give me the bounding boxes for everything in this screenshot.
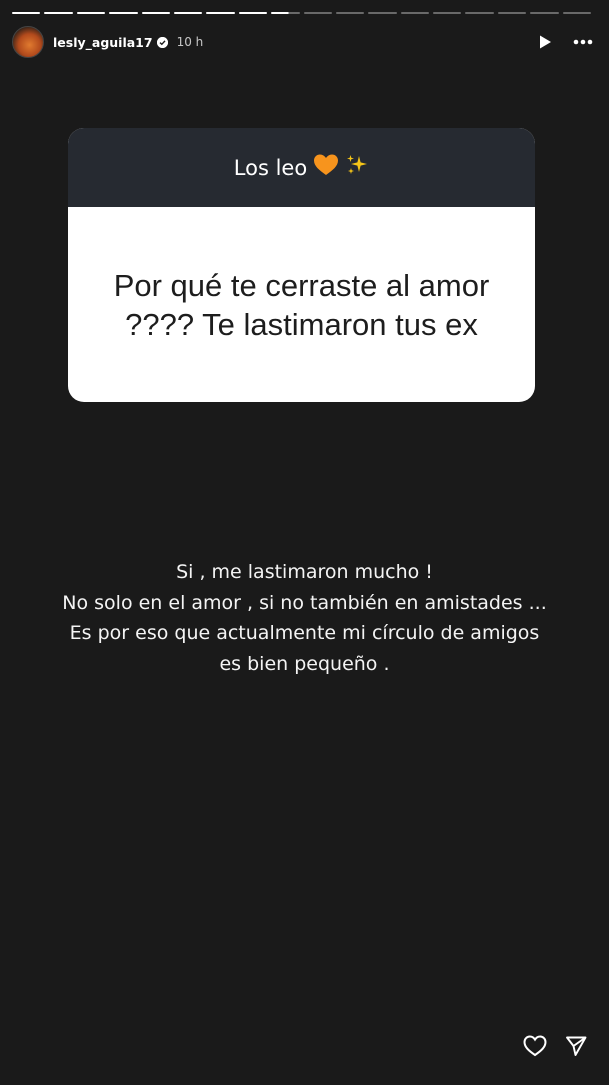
story-progress-segment	[497, 12, 527, 14]
story-progress-segment	[335, 12, 365, 14]
sparkles-icon	[345, 153, 369, 182]
username[interactable]: lesly_aguila17	[53, 35, 153, 50]
verified-badge-icon	[156, 36, 168, 48]
story-header: lesly_aguila17 10 h	[12, 26, 593, 58]
play-icon[interactable]	[537, 34, 553, 50]
story-progress-segment	[206, 12, 235, 14]
question-sticker[interactable]: Los leo Por qué te cerraste al amor ????…	[68, 128, 535, 402]
heart-icon[interactable]	[523, 1035, 547, 1057]
story-footer	[523, 1035, 587, 1057]
story-progress-segment	[303, 12, 332, 14]
question-sticker-body: Por qué te cerraste al amor ???? Te last…	[68, 207, 535, 402]
story-progress-segment	[44, 12, 73, 14]
more-options-icon[interactable]	[573, 39, 593, 45]
story-progress-segment	[238, 12, 268, 14]
answer-line: No solo en el amor , si no también en am…	[62, 591, 547, 614]
story-progress-segment	[530, 12, 559, 14]
story-progress-segment	[141, 12, 170, 14]
story-progress-segment	[109, 12, 138, 14]
send-icon[interactable]	[565, 1035, 587, 1057]
story-progress-segment	[173, 12, 203, 14]
question-sticker-header: Los leo	[68, 128, 535, 207]
story-progress-segment	[465, 12, 494, 14]
story-progress-bar	[12, 12, 592, 14]
story-progress-segment	[76, 12, 106, 14]
orange-heart-icon	[313, 153, 339, 182]
answer-text: Si , me lastimaron mucho ! No solo en el…	[0, 557, 609, 679]
answer-line: Es por eso que actualmente mi círculo de…	[69, 622, 540, 644]
question-sticker-title: Los leo	[233, 155, 308, 180]
answer-line: Si , me lastimaron mucho !	[176, 561, 433, 583]
answer-line: es bien pequeño .	[219, 652, 390, 675]
story-progress-segment	[433, 12, 462, 14]
story-progress-segment	[12, 12, 41, 14]
story-progress-segment	[400, 12, 430, 14]
story-progress-segment	[368, 12, 397, 14]
timestamp: 10 h	[176, 35, 204, 49]
story-progress-segment	[562, 12, 592, 14]
avatar[interactable]	[12, 26, 44, 58]
story-progress-segment	[271, 12, 300, 14]
question-text: Por qué te cerraste al amor ???? Te last…	[113, 267, 490, 342]
